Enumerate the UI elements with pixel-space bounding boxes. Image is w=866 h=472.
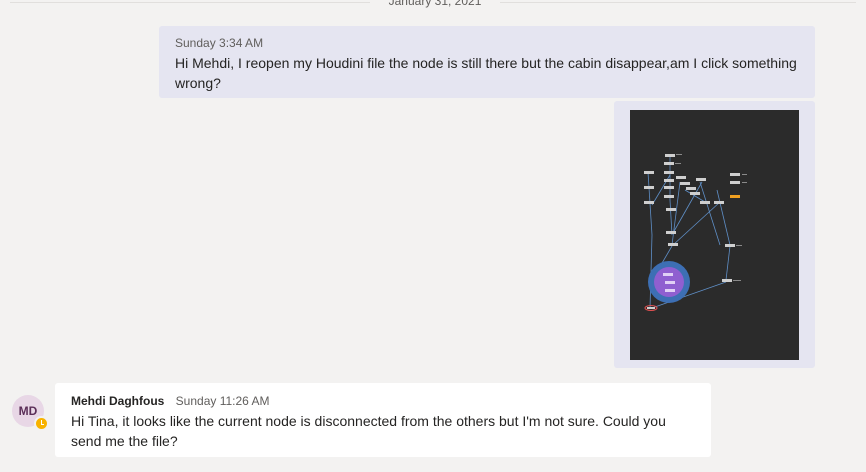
- node-graph-image: [644, 154, 747, 311]
- divider-line-left: [10, 2, 370, 3]
- received-message-time: Sunday 11:26 AM: [175, 394, 270, 408]
- received-message[interactable]: Mehdi Daghfous Sunday 11:26 AM Hi Tina, …: [55, 383, 711, 457]
- sent-message-text: Hi Mehdi, I reopen my Houdini file the n…: [175, 55, 797, 91]
- sender-row: Mehdi Daghfous Sunday 11:26 AM: [71, 394, 695, 408]
- date-divider: January 31, 2021: [0, 0, 866, 10]
- received-message-text: Hi Tina, it looks like the current node …: [71, 413, 666, 449]
- presence-away-icon: [34, 416, 49, 431]
- sent-message-time: Sunday 3:34 AM: [175, 36, 264, 50]
- divider-line-right: [500, 2, 856, 3]
- sent-message[interactable]: Sunday 3:34 AM Hi Mehdi, I reopen my Hou…: [159, 26, 815, 98]
- attachment-message[interactable]: [614, 101, 815, 368]
- attachment-image[interactable]: [630, 110, 799, 360]
- avatar-initials: MD: [18, 404, 38, 418]
- sender-name[interactable]: Mehdi Daghfous: [71, 394, 164, 408]
- date-label: January 31, 2021: [388, 0, 482, 8]
